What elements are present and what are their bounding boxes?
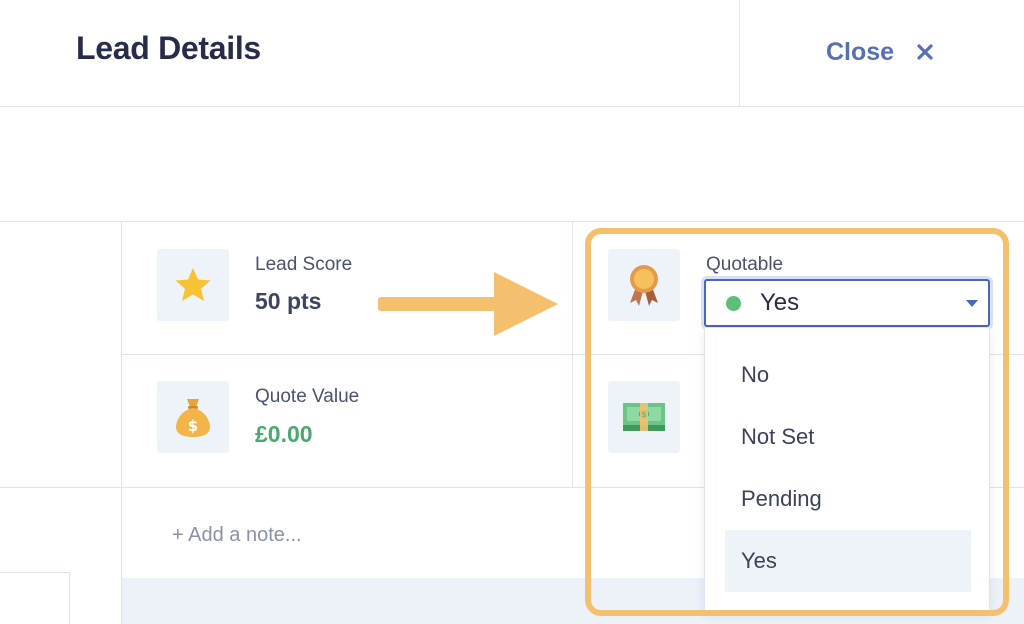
column-divider-left xyxy=(121,221,122,624)
bottom-left-panel xyxy=(0,572,70,624)
quote-value-icon-box: $ xyxy=(157,381,229,453)
lead-score-icon-box xyxy=(157,249,229,321)
option-no[interactable]: No xyxy=(725,344,971,406)
banknotes-icon-box: $ $ xyxy=(608,381,680,453)
page-title: Lead Details xyxy=(76,30,261,66)
quotable-icon-box xyxy=(608,249,680,321)
money-bag-icon: $ xyxy=(176,399,210,437)
column-divider-middle xyxy=(572,221,573,487)
quote-value-label: Quote Value xyxy=(255,386,360,407)
lead-score-value: 50 pts xyxy=(255,288,322,314)
header-bar: Lead Details Close xyxy=(0,0,1024,107)
chevron-down-icon xyxy=(966,300,978,307)
svg-text:$: $ xyxy=(641,410,646,419)
star-icon xyxy=(175,268,211,301)
lead-score-label: Lead Score xyxy=(255,254,353,275)
svg-text:$: $ xyxy=(188,417,198,435)
quotable-select-value: Yes xyxy=(760,289,800,316)
option-pending[interactable]: Pending xyxy=(725,468,971,530)
quotable-label: Quotable xyxy=(706,254,784,275)
quotable-dropdown-menu: No Not Set Pending Yes xyxy=(704,327,990,611)
arrow-annotation xyxy=(378,272,558,336)
close-label: Close xyxy=(826,37,895,66)
quote-value-amount: £0.00 xyxy=(255,421,313,447)
close-icon[interactable] xyxy=(916,43,934,61)
banknotes-icon: $ $ xyxy=(623,403,665,431)
header-divider xyxy=(739,0,740,107)
close-button[interactable]: Close xyxy=(826,36,934,68)
option-not-set[interactable]: Not Set xyxy=(725,406,971,468)
section-top-divider xyxy=(0,221,1024,222)
add-note-link[interactable]: + Add a note... xyxy=(172,524,302,547)
status-dot xyxy=(726,296,741,311)
quotable-select[interactable]: Yes xyxy=(704,279,990,327)
award-ribbon-icon xyxy=(630,265,658,306)
option-yes[interactable]: Yes xyxy=(725,530,971,592)
